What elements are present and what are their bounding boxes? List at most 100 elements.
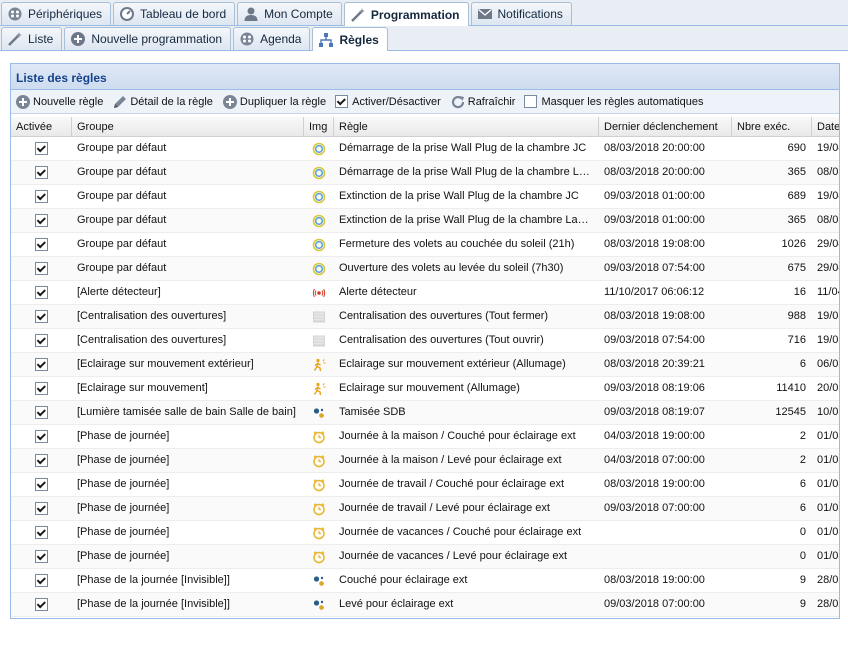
tab-label: Mon Compte: [264, 7, 333, 21]
tab-label: Notifications: [497, 7, 563, 21]
activated-cell: [11, 521, 72, 544]
alarm-icon: [312, 286, 326, 300]
activated-checkbox[interactable]: [35, 358, 48, 371]
date-cell: 08/03: [817, 166, 839, 178]
activated-checkbox[interactable]: [35, 574, 48, 587]
activated-cell: [11, 473, 72, 496]
column-header-exec-count[interactable]: Nbre exéc.: [732, 117, 812, 137]
tab-notifications[interactable]: Notifications: [470, 2, 572, 25]
activated-checkbox[interactable]: [35, 262, 48, 275]
last-trigger-cell: 08/03/2018 19:00:00: [604, 574, 705, 586]
activated-checkbox[interactable]: [35, 478, 48, 491]
subtab-regles[interactable]: Règles: [312, 27, 388, 51]
subtab-liste[interactable]: Liste: [1, 27, 63, 50]
img-cell: [304, 329, 334, 352]
activated-checkbox[interactable]: [35, 550, 48, 563]
table-row[interactable]: [Phase de journée] Journée de vacances / …: [11, 521, 839, 545]
table-row[interactable]: [Phase de journée] Journée de travail / C…: [11, 473, 839, 497]
table-row[interactable]: Groupe par défaut Démarrage de la prise W…: [11, 161, 839, 185]
table-row[interactable]: [Lumière tamisée salle de bain Salle de …: [11, 401, 839, 425]
new-rule-label: Nouvelle règle: [33, 95, 104, 108]
column-header-date[interactable]: Date: [812, 117, 839, 137]
column-header-group[interactable]: Groupe: [72, 117, 304, 137]
activated-cell: [11, 425, 72, 448]
last-trigger-cell: 04/03/2018 07:00:00: [604, 454, 705, 466]
table-row[interactable]: [Phase de journée] Journée de vacances / …: [11, 545, 839, 569]
exec-count-cell: 6: [799, 502, 806, 514]
table-row[interactable]: [Alerte détecteur] Alerte détecteur 11/10/…: [11, 281, 839, 305]
main-tab-bar: Périphériques Tableau de bord Mon Compte Pr…: [0, 0, 848, 26]
group-cell: [Centralisation des ouvertures]: [77, 334, 227, 346]
rule-cell: Eclairage sur mouvement extérieur (Allum…: [339, 358, 566, 370]
tab-mon-compte[interactable]: Mon Compte: [237, 2, 342, 25]
tab-peripheriques[interactable]: Périphériques: [1, 2, 112, 25]
activated-checkbox[interactable]: [35, 142, 48, 155]
column-header-last-trigger[interactable]: Dernier déclenchement: [599, 117, 732, 137]
date-cell: 29/04: [817, 262, 839, 274]
subtab-nouvelle-programmation[interactable]: Nouvelle programmation: [64, 27, 232, 50]
rules-panel: Liste des règles Nouvelle règle Détail d…: [10, 63, 840, 619]
table-row[interactable]: [Phase de journée] Journée de travail / L…: [11, 497, 839, 521]
activated-checkbox[interactable]: [35, 190, 48, 203]
activated-checkbox[interactable]: [35, 598, 48, 611]
table-row[interactable]: [Eclairage sur mouvement] Eclairage sur m…: [11, 377, 839, 401]
table-row[interactable]: [Phase de la journée [Invisible]] Couché …: [11, 569, 839, 593]
img-cell: [304, 305, 334, 328]
ring-icon: [312, 214, 326, 228]
img-cell: [304, 569, 334, 592]
subtab-agenda[interactable]: Agenda: [233, 27, 311, 50]
table-row[interactable]: Groupe par défaut Ouverture des volets au…: [11, 257, 839, 281]
exec-count-cell: 16: [793, 286, 806, 298]
group-cell: [Phase de journée]: [77, 502, 170, 514]
tab-programmation[interactable]: Programmation: [343, 2, 469, 26]
subtab-label: Liste: [28, 32, 54, 46]
dots-icon: [312, 574, 326, 588]
table-row[interactable]: [Phase de journée] Journée à la maison / …: [11, 425, 839, 449]
ring-icon: [312, 142, 326, 156]
table-row[interactable]: Groupe par défaut Extinction de la prise …: [11, 185, 839, 209]
rule-cell: Journée à la maison / Levé pour éclairag…: [339, 454, 562, 466]
activated-checkbox[interactable]: [35, 286, 48, 299]
tab-label: Programmation: [370, 7, 460, 22]
tab-label: Tableau de bord: [140, 7, 227, 21]
table-row[interactable]: Groupe par défaut Démarrage de la prise W…: [11, 137, 839, 161]
add-circle-icon: [16, 94, 30, 109]
date-cell: 11/04: [817, 286, 839, 298]
activated-checkbox[interactable]: [35, 166, 48, 179]
refresh-button[interactable]: Rafraîchir: [450, 94, 515, 110]
hide-auto-rules-toggle[interactable]: Masquer les règles automatiques: [524, 95, 703, 108]
activated-checkbox[interactable]: [35, 502, 48, 515]
img-cell: [304, 353, 334, 376]
rule-cell: Couché pour éclairage ext: [339, 574, 468, 586]
sub-tab-bar: Liste Nouvelle programmation Agenda Règles: [0, 26, 848, 51]
table-row[interactable]: [Phase de la journée [Invisible]] Levé po…: [11, 593, 839, 617]
new-rule-button[interactable]: Nouvelle règle: [15, 94, 103, 110]
column-header-activated[interactable]: Activée: [11, 117, 72, 137]
table-row[interactable]: [Centralisation des ouvertures] Centralis…: [11, 305, 839, 329]
duplicate-rule-button[interactable]: Dupliquer la règle: [222, 94, 326, 110]
activated-checkbox[interactable]: [35, 214, 48, 227]
table-row[interactable]: Groupe par défaut Extinction de la prise …: [11, 209, 839, 233]
activated-checkbox[interactable]: [35, 526, 48, 539]
table-row[interactable]: [Eclairage sur mouvement extérieur] Eclai…: [11, 353, 839, 377]
column-header-rule[interactable]: Règle: [334, 117, 599, 137]
toggle-rule-button[interactable]: Activer/Désactiver: [335, 95, 441, 108]
tab-tableau-de-bord[interactable]: Tableau de bord: [113, 2, 236, 25]
last-trigger-cell: 08/03/2018 20:00:00: [604, 142, 705, 154]
table-row[interactable]: [Centralisation des ouvertures] Centralis…: [11, 329, 839, 353]
activated-checkbox[interactable]: [35, 334, 48, 347]
last-trigger-cell: 09/03/2018 07:00:00: [604, 502, 705, 514]
activated-checkbox[interactable]: [35, 454, 48, 467]
hide-auto-checkbox[interactable]: [524, 95, 538, 108]
subtab-label: Nouvelle programmation: [91, 32, 223, 46]
table-row[interactable]: [Phase de journée] Journée à la maison / …: [11, 449, 839, 473]
img-cell: [304, 377, 334, 400]
activated-checkbox[interactable]: [35, 430, 48, 443]
activated-checkbox[interactable]: [35, 310, 48, 323]
column-header-img[interactable]: Img: [304, 117, 334, 137]
table-row[interactable]: Groupe par défaut Fermeture des volets au…: [11, 233, 839, 257]
activated-checkbox[interactable]: [35, 406, 48, 419]
activated-checkbox[interactable]: [35, 382, 48, 395]
activated-checkbox[interactable]: [35, 238, 48, 251]
rule-detail-button[interactable]: Détail de la règle: [112, 94, 213, 110]
